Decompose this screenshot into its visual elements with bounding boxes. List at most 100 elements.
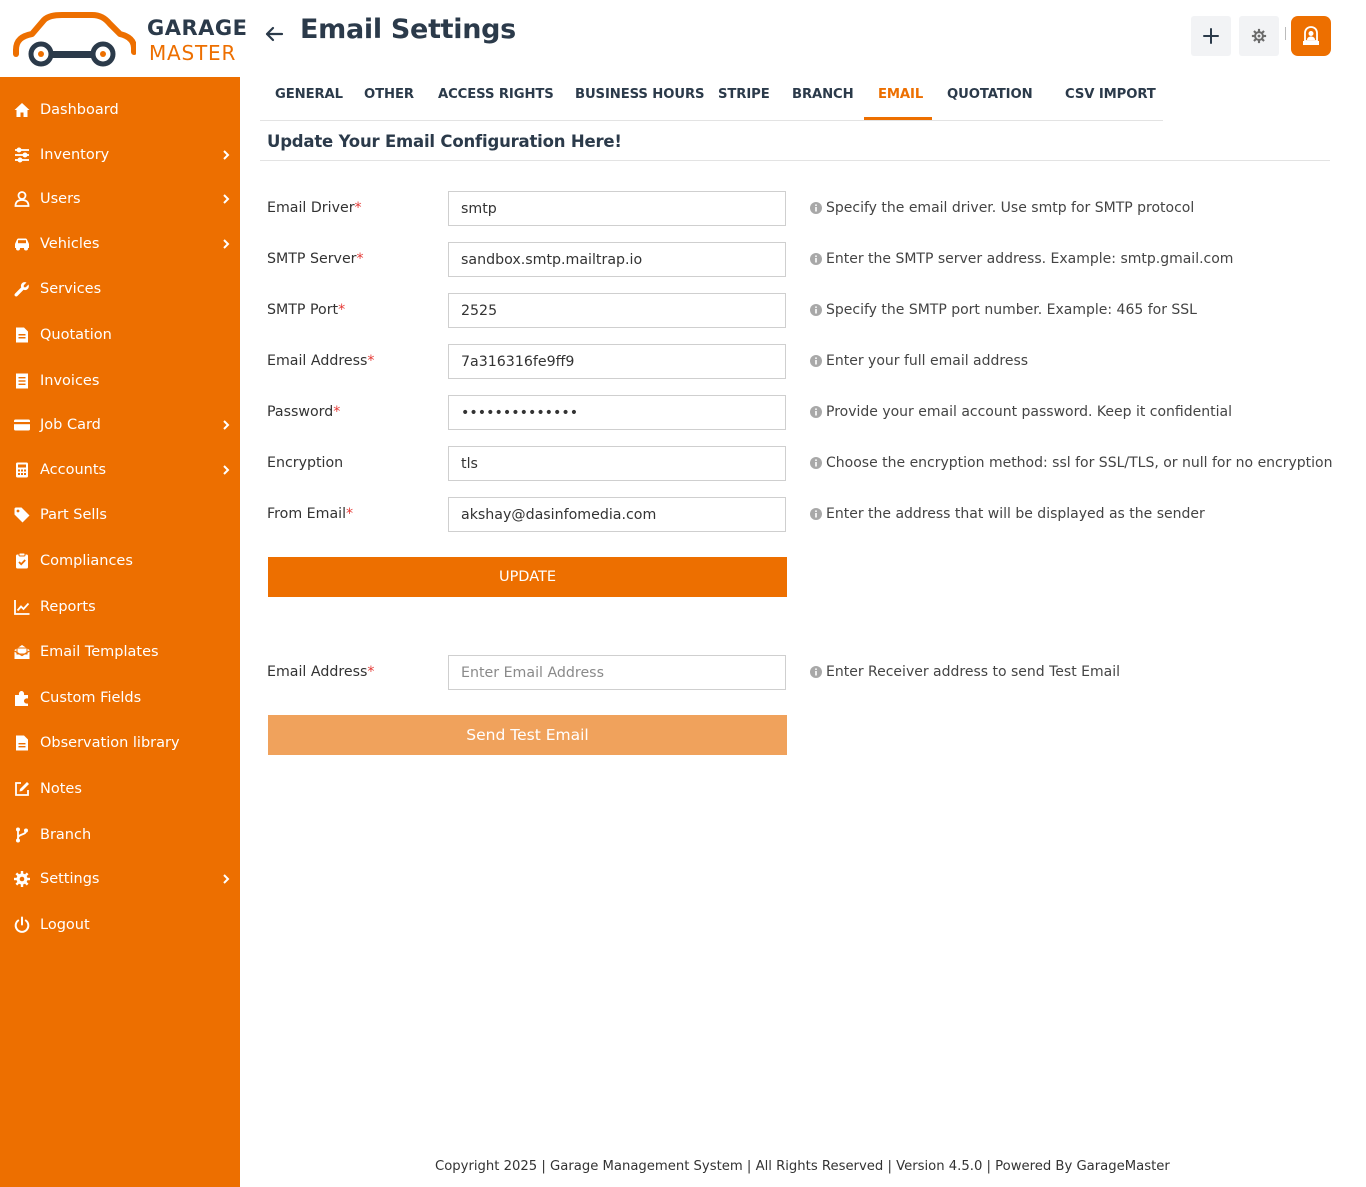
send-test-email-button[interactable]: Send Test Email [268,715,787,755]
tab-business-hours[interactable]: BUSINESS HOURS [575,87,705,102]
label-text: SMTP Server [267,251,357,267]
settings-button[interactable] [1239,16,1279,56]
smtp-port-input[interactable] [448,293,786,328]
field-help: Enter the address that will be displayed… [810,506,1205,522]
edit-icon [13,780,31,798]
info-icon [810,355,822,367]
update-button[interactable]: UPDATE [268,557,787,597]
chevron-right-icon [223,874,230,884]
sidebar-item-label: Branch [40,827,92,843]
logo[interactable]: GARAGE MASTER [0,0,247,77]
sidebar-item-label: Custom Fields [40,690,142,706]
test-email-input[interactable] [448,655,786,690]
home-icon [13,101,31,119]
sidebar-item-notes[interactable]: Notes [0,769,240,809]
field-help: Enter the SMTP server address. Example: … [810,251,1233,267]
info-icon [810,508,822,520]
field-label: SMTP Port* [267,302,345,318]
email-driver-input[interactable] [448,191,786,226]
password-input[interactable] [448,395,786,430]
sidebar-item-settings[interactable]: Settings [0,859,240,899]
code-branch-icon [13,826,31,844]
file-icon [13,734,31,752]
gear-icon [13,870,31,888]
sidebar-item-label: Compliances [40,553,133,569]
from-email-input[interactable] [448,497,786,532]
sidebar-item-label: Observation library [40,735,180,751]
tab-other[interactable]: OTHER [364,87,414,102]
smtp-server-input[interactable] [448,242,786,277]
form-row-password: Password* Provide your email account pas… [0,395,1366,431]
label-text: Encryption [267,455,344,471]
field-help: Specify the email driver. Use smtp for S… [810,200,1194,216]
user-avatar-button[interactable] [1291,16,1331,56]
encryption-input[interactable] [448,446,786,481]
add-button[interactable] [1191,16,1231,56]
tab-email[interactable]: EMAIL [878,87,923,102]
field-label: Password* [267,404,340,420]
help-text: Specify the email driver. Use smtp for S… [826,200,1195,216]
form-row-from-email: From Email* Enter the address that will … [0,497,1366,533]
help-text: Enter your full email address [826,353,1029,369]
sidebar-item-label: Inventory [40,147,110,163]
chart-line-icon [13,598,31,616]
form-row-smtp-port: SMTP Port* Specify the SMTP port number.… [0,293,1366,329]
form-row-test-email: Email Address* Enter Receiver address to… [0,655,1366,691]
label-text: Password [267,404,334,420]
power-icon [13,916,31,934]
help-text: Provide your email account password. Kee… [826,404,1232,420]
help-text: Choose the encryption method: ssl for SS… [826,455,1333,471]
puzzle-icon [13,689,31,707]
form-row-smtp-server: SMTP Server* Enter the SMTP server addre… [0,242,1366,278]
tab-quotation[interactable]: QUOTATION [947,87,1033,102]
tab-stripe[interactable]: STRIPE [718,87,770,102]
email-address-input[interactable] [448,344,786,379]
sidebar-item-observation-library[interactable]: Observation library [0,723,240,763]
brand-line-2: MASTER [149,41,237,65]
tab-branch[interactable]: BRANCH [792,87,854,102]
field-label: Encryption [267,455,343,471]
tab-general[interactable]: GENERAL [275,87,343,102]
sidebar-item-reports[interactable]: Reports [0,587,240,627]
sidebar-item-logout[interactable]: Logout [0,905,240,945]
required-marker: * [367,353,375,369]
sidebar-item-branch[interactable]: Branch [0,815,240,855]
tab-csv-import[interactable]: CSV IMPORT [1065,87,1156,102]
field-label: Email Driver* [267,200,362,216]
required-marker: * [333,404,341,420]
label-text: Email Driver [267,200,355,216]
info-icon [810,666,822,678]
section-divider [260,160,1330,161]
form-row-email-driver: Email Driver* Specify the email driver. … [0,191,1366,227]
clipboard-check-icon [13,552,31,570]
app-root: GARAGE MASTER Dashboard Inventory Users … [0,0,1366,1187]
section-title: Update Your Email Configuration Here! [267,132,622,151]
sidebar-item-label: Dashboard [40,102,119,118]
field-help: Specify the SMTP port number. Example: 4… [810,302,1197,318]
tab-access-rights[interactable]: ACCESS RIGHTS [438,87,554,102]
help-text: Enter Receiver address to send Test Emai… [826,664,1120,680]
sidebar-item-inventory[interactable]: Inventory [0,135,240,175]
sidebar-item-dashboard[interactable]: Dashboard [0,90,240,130]
sidebar-item-compliances[interactable]: Compliances [0,541,240,581]
info-icon [810,406,822,418]
field-help: Choose the encryption method: ssl for SS… [810,455,1333,471]
sidebar-item-label: Settings [40,871,100,887]
label-text: Email Address [267,353,368,369]
field-label: Email Address* [267,664,374,680]
gear-icon [1251,28,1267,44]
form-row-encryption: Encryption Choose the encryption method:… [0,446,1366,482]
sidebar: GARAGE MASTER Dashboard Inventory Users … [0,0,247,1187]
help-text: Enter the SMTP server address. Example: … [826,251,1234,267]
field-label: SMTP Server* [267,251,364,267]
brand-line-1: GARAGE [147,16,248,40]
back-arrow-icon[interactable] [262,22,286,46]
chevron-right-icon [223,150,230,160]
required-marker: * [356,251,364,267]
car-logo-icon [13,12,136,67]
sidebar-item-label: Logout [40,917,90,933]
required-marker: * [338,302,346,318]
page-title: Email Settings [300,14,516,45]
form-row-email-address: Email Address* Enter your full email add… [0,344,1366,380]
sidebar-item-label: Reports [40,599,96,615]
